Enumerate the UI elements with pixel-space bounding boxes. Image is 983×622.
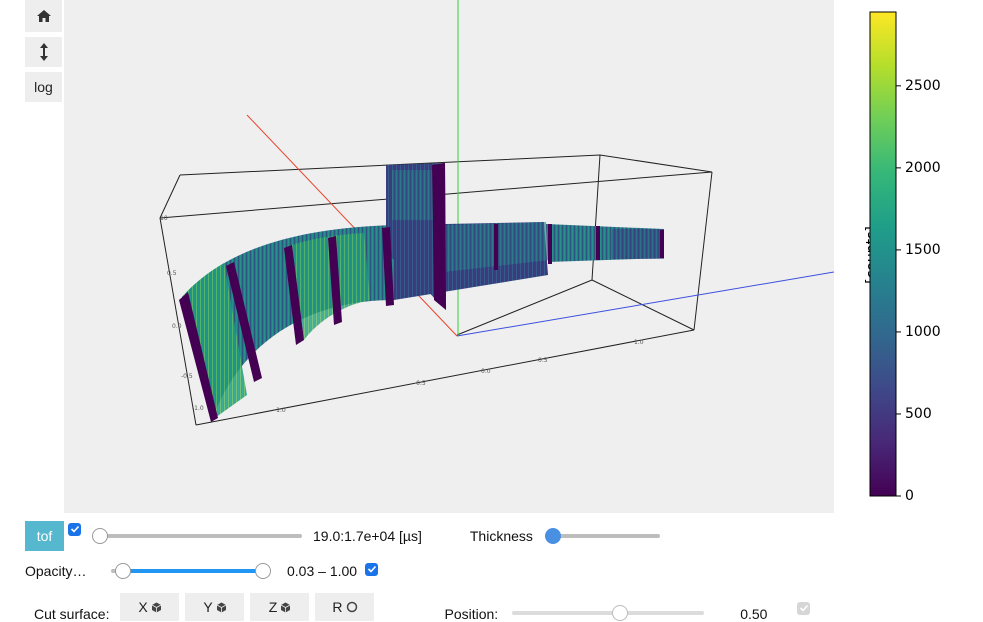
position-label: Position: — [444, 606, 499, 622]
opacity-high-knob[interactable] — [255, 563, 271, 579]
thickness-slider[interactable] — [544, 528, 660, 544]
svg-text:10: 10 — [160, 215, 168, 222]
cut-y-label: Y — [203, 599, 213, 615]
cut-z-button[interactable]: Z — [250, 593, 310, 621]
tof-range-text: 19.0:1.7e+04 [µs] — [313, 528, 422, 544]
cut-surface-label: Cut surface: — [34, 606, 110, 622]
cut-x-label: X — [138, 599, 148, 615]
cut-y-button[interactable]: Y — [185, 593, 245, 621]
tof-slider-knob[interactable] — [92, 528, 108, 544]
opacity-label: Opacity… — [25, 563, 87, 579]
checkmark-icon — [70, 525, 79, 533]
colorbar-tick-label: 1500 — [905, 241, 941, 258]
svg-text:-0.5: -0.5 — [181, 373, 193, 380]
tof-checkbox[interactable] — [68, 522, 81, 536]
opacity-slider[interactable] — [111, 563, 271, 579]
cut-surface-row: Cut surface: X Y Z R Position: 0.50 — [34, 592, 811, 622]
home-icon — [36, 10, 51, 22]
svg-text:0.5: 0.5 — [167, 270, 177, 277]
log-button[interactable]: log — [25, 72, 62, 102]
colorbar-tick-label: 1000 — [905, 323, 941, 340]
colorbar-tick-label: 500 — [905, 405, 932, 422]
position-checkbox[interactable] — [797, 601, 811, 615]
svg-text:0.0: 0.0 — [481, 368, 491, 375]
toolbar: log — [25, 0, 63, 107]
opacity-range-text: 0.03 – 1.00 — [287, 563, 358, 579]
cut-x-button[interactable]: X — [120, 593, 180, 621]
svg-text:1.0: 1.0 — [634, 339, 644, 346]
svg-text:-0.5: -0.5 — [414, 380, 426, 387]
scene-3d-viewport[interactable]: 10 0.5 0.0 -0.5 -1.0 -1.0 -0.5 0.0 0.5 1… — [64, 0, 834, 513]
cube-icon — [151, 602, 161, 612]
tof-button[interactable]: tof — [25, 521, 64, 551]
svg-text:-1.0: -1.0 — [192, 405, 204, 412]
tof-slider[interactable] — [92, 528, 302, 544]
cut-r-label: R — [332, 599, 343, 615]
colorbar-gradient — [869, 11, 897, 497]
checkmark-icon — [799, 604, 809, 612]
thickness-label: Thickness — [469, 528, 533, 544]
cut-surface-buttons: X Y Z R — [120, 593, 380, 621]
thickness-slider-knob[interactable] — [544, 528, 561, 544]
vertical-arrows-icon — [39, 43, 48, 61]
svg-text:0.5: 0.5 — [538, 357, 548, 364]
vertical-toggle-button[interactable] — [25, 37, 62, 67]
colorbar-tick-label: 0 — [905, 488, 914, 504]
svg-text:-1.0: -1.0 — [274, 407, 286, 414]
svg-text:0.0: 0.0 — [172, 323, 182, 330]
colorbar: [counts] 05001000150020002500 — [838, 0, 983, 514]
checkmark-icon — [367, 565, 376, 573]
position-slider-knob[interactable] — [612, 605, 629, 621]
tof-control-row: tof 19.0:1.7e+04 [µs] Thickness — [25, 521, 660, 551]
opacity-low-knob[interactable] — [115, 563, 132, 579]
cut-r-button[interactable]: R — [315, 593, 375, 621]
opacity-control-row: Opacity… 0.03 – 1.00 — [25, 562, 379, 579]
home-button[interactable] — [25, 0, 62, 32]
cube-icon — [216, 602, 226, 612]
z-axis-line — [456, 271, 834, 337]
colorbar-tick-label: 2000 — [905, 159, 941, 176]
circle-icon — [346, 601, 357, 613]
cut-z-label: Z — [268, 599, 278, 615]
colorbar-tick-label: 2500 — [905, 77, 941, 94]
position-slider[interactable] — [512, 605, 705, 621]
opacity-checkbox[interactable] — [365, 562, 379, 576]
position-value: 0.50 — [740, 606, 768, 622]
cube-icon — [281, 602, 291, 612]
colorbar-ticks — [896, 85, 901, 497]
